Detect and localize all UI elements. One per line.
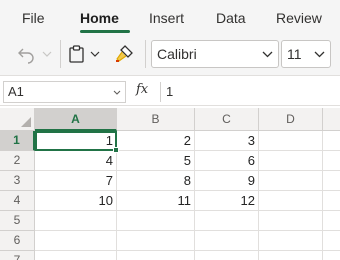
cell-d5[interactable] — [259, 211, 323, 231]
cell-d7[interactable] — [259, 251, 323, 260]
format-painter-button[interactable] — [111, 42, 137, 66]
paste-button[interactable] — [66, 42, 88, 66]
cell-e4[interactable] — [323, 191, 340, 211]
cell-c7[interactable] — [195, 251, 259, 260]
cell-b6[interactable] — [117, 231, 195, 251]
undo-icon — [18, 48, 34, 64]
cell-c5[interactable] — [195, 211, 259, 231]
worksheet-grid: A B C D 1 2 3 4 5 6 7 1 2 3 4 5 6 7 8 9 … — [0, 108, 340, 260]
cell-c2[interactable]: 6 — [195, 151, 259, 171]
select-all-corner[interactable] — [0, 108, 35, 131]
cell-a7[interactable] — [35, 251, 117, 260]
formula-input[interactable]: 1 — [166, 84, 173, 99]
row-header-1[interactable]: 1 — [0, 131, 35, 151]
cell-a6[interactable] — [35, 231, 117, 251]
format-painter-icon — [116, 45, 133, 62]
column-header-c[interactable]: C — [195, 108, 259, 131]
cell-c1[interactable]: 3 — [195, 131, 259, 151]
cell-b2[interactable]: 5 — [117, 151, 195, 171]
row-header-3[interactable]: 3 — [0, 171, 35, 191]
home-toolbar: Calibri 11 — [0, 34, 340, 76]
cell-c6[interactable] — [195, 231, 259, 251]
cell-a3[interactable]: 7 — [35, 171, 117, 191]
column-header-a[interactable]: A — [35, 108, 117, 131]
chevron-down-icon — [42, 51, 52, 57]
row-header-6[interactable]: 6 — [0, 231, 35, 251]
cell-e6[interactable] — [323, 231, 340, 251]
chevron-down-icon — [314, 51, 325, 58]
chevron-down-icon — [90, 51, 100, 57]
tab-insert[interactable]: Insert — [149, 10, 184, 26]
font-size-value: 11 — [287, 46, 302, 62]
cell-b4[interactable]: 11 — [117, 191, 195, 211]
name-box-value: A1 — [8, 84, 24, 99]
formula-separator — [160, 82, 161, 102]
name-box[interactable]: A1 — [3, 81, 126, 103]
font-name-value: Calibri — [157, 46, 197, 62]
row-header-5[interactable]: 5 — [0, 211, 35, 231]
select-all-triangle — [21, 117, 31, 127]
cell-a4[interactable]: 10 — [35, 191, 117, 211]
cell-d2[interactable] — [259, 151, 323, 171]
cell-c3[interactable]: 9 — [195, 171, 259, 191]
cell-b1[interactable]: 2 — [117, 131, 195, 151]
cell-e1[interactable] — [323, 131, 340, 151]
cell-a2[interactable]: 4 — [35, 151, 117, 171]
cell-e7[interactable] — [323, 251, 340, 260]
column-header-d[interactable]: D — [259, 108, 323, 131]
tab-file[interactable]: File — [22, 10, 45, 26]
tab-home[interactable]: Home — [80, 10, 119, 26]
cell-d3[interactable] — [259, 171, 323, 191]
cell-a5[interactable] — [35, 211, 117, 231]
row-header-2[interactable]: 2 — [0, 151, 35, 171]
cell-e3[interactable] — [323, 171, 340, 191]
formula-bar: A1 fx 1 — [0, 78, 340, 106]
chevron-down-icon — [113, 90, 121, 95]
insert-function-button[interactable]: fx — [136, 82, 148, 97]
active-tab-indicator — [80, 30, 130, 33]
cell-d6[interactable] — [259, 231, 323, 251]
fill-handle[interactable] — [113, 147, 119, 153]
cell-e5[interactable] — [323, 211, 340, 231]
row-header-7[interactable]: 7 — [0, 251, 35, 260]
tab-data[interactable]: Data — [216, 10, 246, 26]
column-header-partial[interactable] — [323, 108, 340, 131]
ribbon-tabs: File Home Insert Data Review — [0, 0, 340, 34]
toolbar-separator — [145, 40, 146, 68]
font-size-select[interactable]: 11 — [281, 40, 331, 68]
toolbar-separator — [60, 40, 61, 68]
row-header-4[interactable]: 4 — [0, 191, 35, 211]
clipboard-icon — [69, 45, 84, 63]
font-name-select[interactable]: Calibri — [151, 40, 279, 68]
cell-c4[interactable]: 12 — [195, 191, 259, 211]
column-header-b[interactable]: B — [117, 108, 195, 131]
undo-button[interactable] — [14, 42, 38, 66]
tab-review[interactable]: Review — [276, 10, 322, 26]
cell-d1[interactable] — [259, 131, 323, 151]
undo-dropdown[interactable] — [40, 46, 54, 62]
chevron-down-icon — [262, 51, 273, 58]
cell-d4[interactable] — [259, 191, 323, 211]
cell-e2[interactable] — [323, 151, 340, 171]
paste-dropdown[interactable] — [88, 46, 102, 62]
cell-a1[interactable]: 1 — [35, 131, 117, 151]
cell-b7[interactable] — [117, 251, 195, 260]
cell-b5[interactable] — [117, 211, 195, 231]
cell-b3[interactable]: 8 — [117, 171, 195, 191]
